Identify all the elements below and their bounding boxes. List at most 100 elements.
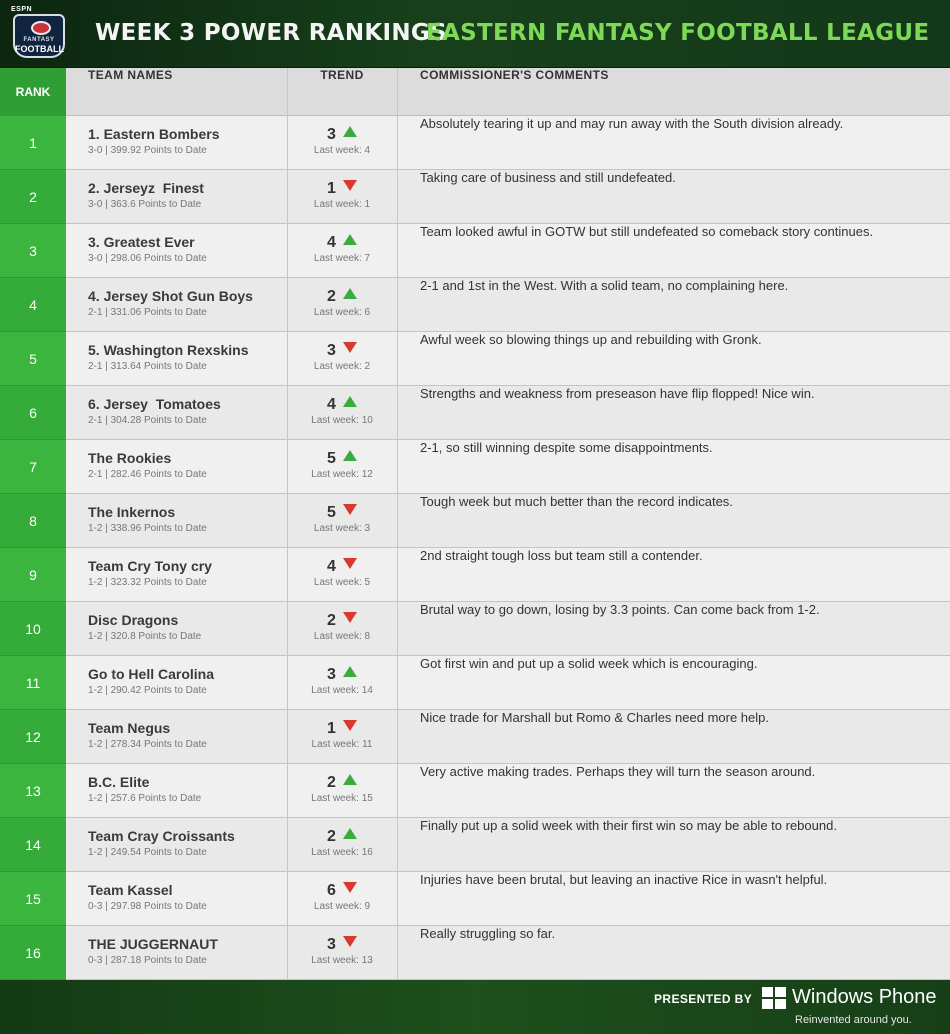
commissioner-comment: Nice trade for Marshall but Romo & Charl… — [420, 710, 769, 725]
trend-cell: 5 Last week: 12 — [287, 440, 397, 494]
arrow-down-icon — [342, 720, 357, 731]
arrow-up-icon — [342, 126, 357, 137]
rank-cell: 5 — [0, 332, 66, 386]
last-week-rank: Last week: 4 — [313, 145, 371, 156]
team-record: 3-0 | 399.92 Points to Date — [88, 145, 207, 156]
trend-cell: 3 Last week: 14 — [287, 656, 397, 710]
windows-logo-pane — [775, 987, 786, 997]
commissioner-comment: Injuries have been brutal, but leaving a… — [420, 872, 828, 887]
team-cell: The Inkernos 1-2 | 338.96 Points to Date — [88, 504, 288, 534]
windows-logo-pane — [775, 999, 786, 1009]
trend-cell: 5 Last week: 3 — [287, 494, 397, 548]
header-bar: ESPN FANTASY FOOTBALL WEEK 3 POWER RANKI… — [0, 0, 950, 68]
logo-espn-text: ESPN — [11, 6, 33, 13]
league-title: EASTERN FANTASY FOOTBALL LEAGUE — [426, 20, 930, 46]
table-row: 5 5. Washington Rexskins 2-1 | 313.64 Poin… — [0, 332, 950, 386]
team-name: Team Kassel — [88, 882, 173, 898]
last-week-rank: Last week: 3 — [313, 523, 371, 534]
table-row: 16 THE JUGGERNAUT 0-3 | 287.18 Points to D… — [0, 926, 950, 980]
rank-cell: 16 — [0, 926, 66, 980]
trend-value: 1 — [327, 180, 336, 197]
trend-cell: 6 Last week: 9 — [287, 872, 397, 926]
rank-cell: 13 — [0, 764, 66, 818]
windows-logo-pane — [762, 987, 773, 997]
team-name: 2. Jerseyz Finest — [88, 180, 204, 196]
arrow-up-icon — [342, 774, 357, 785]
arrow-up-icon — [342, 828, 357, 839]
trend-value: 4 — [327, 558, 336, 575]
trend-value: 3 — [327, 342, 336, 359]
column-divider — [287, 68, 288, 980]
commissioner-comment: Taking care of business and still undefe… — [420, 170, 676, 185]
team-record: 1-2 | 320.8 Points to Date — [88, 631, 202, 642]
last-week-rank: Last week: 15 — [311, 793, 373, 804]
team-record: 2-1 | 282.46 Points to Date — [88, 469, 207, 480]
rank-column-header: RANK — [0, 68, 66, 116]
rank-cell: 11 — [0, 656, 66, 710]
team-cell: The Rookies 2-1 | 282.46 Points to Date — [88, 450, 288, 480]
rank-cell: 12 — [0, 710, 66, 764]
table-row: 6 6. Jersey Tomatoes 2-1 | 304.28 Points t… — [0, 386, 950, 440]
team-record: 3-0 | 298.06 Points to Date — [88, 253, 207, 264]
trend-cell: 4 Last week: 10 — [287, 386, 397, 440]
trend-cell: 4 Last week: 7 — [287, 224, 397, 278]
commissioner-comment: Very active making trades. Perhaps they … — [420, 764, 816, 779]
footer-bar: PRESENTED BY Windows Phone Reinvented ar… — [0, 980, 950, 1034]
last-week-rank: Last week: 12 — [311, 469, 373, 480]
table-row: 8 The Inkernos 1-2 | 338.96 Points to Date… — [0, 494, 950, 548]
team-cell: 2. Jerseyz Finest 3-0 | 363.6 Points to D… — [88, 180, 288, 210]
last-week-rank: Last week: 14 — [311, 685, 373, 696]
team-cell: THE JUGGERNAUT 0-3 | 287.18 Points to Dat… — [88, 936, 288, 966]
table-row: 12 Team Negus 1-2 | 278.34 Points to Date 1… — [0, 710, 950, 764]
sponsor-name: Windows Phone — [792, 986, 937, 1008]
commissioner-comment: Finally put up a solid week with their f… — [420, 818, 837, 833]
last-week-rank: Last week: 9 — [313, 901, 371, 912]
team-cell: Go to Hell Carolina 1-2 | 290.42 Points t… — [88, 666, 288, 696]
logo-shield: FANTASY FOOTBALL — [13, 14, 65, 58]
arrow-down-icon — [342, 612, 357, 623]
trend-value: 5 — [327, 450, 336, 467]
team-record: 2-1 | 313.64 Points to Date — [88, 361, 207, 372]
team-name: 1. Eastern Bombers — [88, 126, 220, 142]
rank-cell: 6 — [0, 386, 66, 440]
team-name: The Inkernos — [88, 504, 176, 520]
commissioner-comment: Absolutely tearing it up and may run awa… — [420, 116, 844, 131]
trend-value: 2 — [327, 774, 336, 791]
team-cell: Team Cry Tony cry 1-2 | 323.32 Points to … — [88, 558, 288, 588]
team-name: Team Negus — [88, 720, 171, 736]
arrow-down-icon — [342, 936, 357, 947]
trend-value: 4 — [327, 234, 336, 251]
table-row: 15 Team Kassel 0-3 | 297.98 Points to Date… — [0, 872, 950, 926]
trend-value: 5 — [327, 504, 336, 521]
trend-cell: 1 Last week: 11 — [287, 710, 397, 764]
team-name: 5. Washington Rexskins — [88, 342, 249, 358]
rank-cell: 14 — [0, 818, 66, 872]
team-cell: Team Kassel 0-3 | 297.98 Points to Date — [88, 882, 288, 912]
table-row: 11 Go to Hell Carolina 1-2 | 290.42 Points… — [0, 656, 950, 710]
trend-value: 1 — [327, 720, 336, 737]
sponsor-tagline: Reinvented around you. — [795, 1014, 912, 1026]
espn-fantasy-football-logo: ESPN FANTASY FOOTBALL — [9, 6, 69, 58]
page-title: WEEK 3 POWER RANKINGS — [95, 20, 447, 46]
arrow-up-icon — [342, 288, 357, 299]
team-name: Go to Hell Carolina — [88, 666, 215, 682]
team-name: 6. Jersey Tomatoes — [88, 396, 221, 412]
trend-cell: 2 Last week: 16 — [287, 818, 397, 872]
team-name: 3. Greatest Ever — [88, 234, 195, 250]
presented-by-label: PRESENTED BY — [654, 992, 753, 1006]
commissioner-comment: Strengths and weakness from preseason ha… — [420, 386, 815, 401]
trend-column-header: TREND — [320, 68, 364, 82]
rank-cell: 7 — [0, 440, 66, 494]
table-row: 9 Team Cry Tony cry 1-2 | 323.32 Points to… — [0, 548, 950, 602]
commissioner-comment: Really struggling so far. — [420, 926, 556, 941]
team-record: 2-1 | 304.28 Points to Date — [88, 415, 207, 426]
table-row: 4 4. Jersey Shot Gun Boys 2-1 | 331.06 Poi… — [0, 278, 950, 332]
table-row: 2 2. Jerseyz Finest 3-0 | 363.6 Points to … — [0, 170, 950, 224]
rank-cell: 10 — [0, 602, 66, 656]
team-record: 1-2 | 323.32 Points to Date — [88, 577, 207, 588]
team-record: 2-1 | 331.06 Points to Date — [88, 307, 207, 318]
arrow-down-icon — [342, 504, 357, 515]
table-row: 3 3. Greatest Ever 3-0 | 298.06 Points to … — [0, 224, 950, 278]
rank-cell: 8 — [0, 494, 66, 548]
trend-cell: 2 Last week: 8 — [287, 602, 397, 656]
